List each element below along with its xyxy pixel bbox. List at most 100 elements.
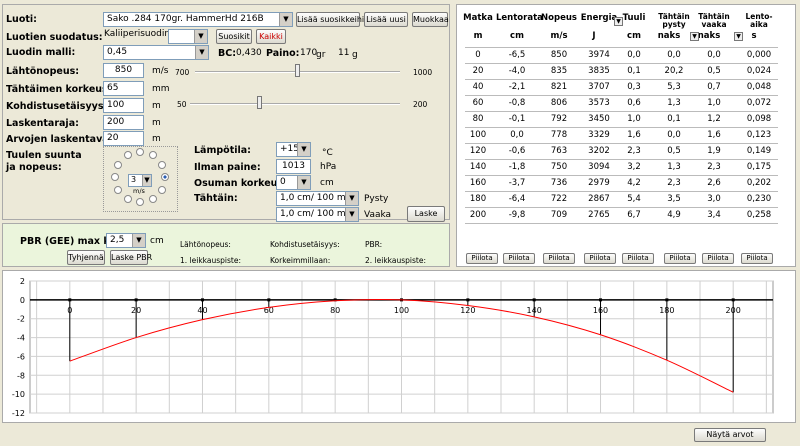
pbr-zero-label: Kohdistusetäisyys: — [270, 240, 340, 249]
table-row — [465, 143, 778, 144]
chevron-down-icon[interactable]: ▼ — [132, 234, 145, 247]
table-cell: 0,0 — [667, 130, 681, 140]
hide-column-button[interactable]: Piilota — [622, 253, 654, 264]
table-cell: 3573 — [588, 98, 610, 108]
velocity-label: Lähtönopeus: — [6, 66, 80, 77]
table-unit: m — [473, 31, 483, 41]
hide-column-button[interactable]: Piilota — [543, 253, 575, 264]
table-cell: 0,0 — [627, 50, 641, 60]
model-select[interactable]: 0,45 ▼ — [103, 45, 209, 60]
pressure-input[interactable]: 1013 — [276, 159, 311, 174]
filter-label: Luotien suodatus: — [6, 32, 103, 43]
add-new-button[interactable]: Lisää uusi — [364, 12, 408, 27]
hide-column-button[interactable]: Piilota — [503, 253, 535, 264]
cartridge-select[interactable]: Sako .284 170gr. HammerHd 216B ▼ — [103, 12, 293, 27]
chevron-down-icon[interactable]: ▼ — [142, 175, 151, 186]
hide-column-button[interactable]: Piilota — [741, 253, 773, 264]
wind-direction-radio[interactable] — [123, 194, 132, 203]
clear-button[interactable]: Tyhjennä — [67, 250, 105, 265]
chevron-down-icon[interactable]: ▼ — [614, 17, 623, 26]
table-cell: 1,2 — [707, 114, 721, 124]
add-favorite-button[interactable]: Lisää suosikkeihin — [296, 12, 369, 27]
table-cell: -6,4 — [508, 194, 526, 204]
wind-direction-radio[interactable] — [161, 173, 169, 181]
chevron-down-icon[interactable]: ▼ — [690, 32, 699, 41]
weight-label: Paino: — [266, 48, 300, 59]
wind-direction-radio[interactable] — [148, 194, 157, 203]
chevron-down-icon[interactable]: ▼ — [345, 192, 358, 205]
cartridge-label: Luoti: — [6, 14, 37, 25]
table-cell: -1,8 — [508, 162, 526, 172]
wind-direction-radio[interactable] — [114, 160, 123, 169]
table-cell: -0,1 — [508, 114, 526, 124]
show-values-button[interactable]: Näytä arvot — [694, 428, 766, 442]
wind-direction-radio[interactable] — [157, 160, 166, 169]
calc-pbr-button[interactable]: Laske PBR — [110, 250, 152, 265]
favorites-button[interactable]: Suosikit — [216, 29, 252, 44]
hide-column-button[interactable]: Piilota — [466, 253, 498, 264]
chevron-down-icon[interactable]: ▼ — [345, 208, 358, 221]
caliber-filter-select[interactable]: ▼ — [168, 29, 208, 44]
chevron-down-icon[interactable]: ▼ — [297, 143, 310, 156]
data-point — [267, 298, 271, 302]
range-select[interactable]: 200 — [103, 115, 144, 130]
table-cell: 20,2 — [664, 66, 684, 76]
table-cell: 3835 — [588, 66, 610, 76]
chevron-down-icon[interactable]: ▼ — [194, 30, 207, 43]
data-point — [68, 298, 72, 302]
wind-unit: m/s — [133, 187, 145, 195]
zero-slider[interactable] — [256, 96, 262, 109]
hide-column-button[interactable]: Piilota — [664, 253, 696, 264]
table-cell: 3974 — [588, 50, 610, 60]
table-cell: 3,2 — [627, 162, 641, 172]
zero-max: 200 — [413, 100, 428, 109]
table-cell: 0,098 — [746, 114, 772, 124]
caliber-filter-label: Kaliiperisuodin — [104, 29, 171, 39]
table-cell: 2,6 — [707, 178, 721, 188]
velocity-input[interactable]: 850 — [103, 63, 144, 78]
height-select[interactable]: 0 ▼ — [276, 175, 311, 190]
wind-direction-radio[interactable] — [157, 185, 166, 194]
calculate-button[interactable]: Laske — [407, 206, 445, 222]
wind-direction-radio[interactable] — [123, 151, 132, 160]
edit-button[interactable]: Muokkaa — [412, 12, 449, 27]
temp-select[interactable]: +15 ▼ — [276, 142, 311, 157]
table-cell: 3329 — [588, 130, 610, 140]
table-cell: 200 — [469, 210, 487, 220]
velocity-max: 1000 — [413, 68, 433, 77]
table-cell: 763 — [550, 146, 568, 156]
table-row — [465, 63, 778, 64]
chevron-down-icon[interactable]: ▼ — [195, 46, 208, 59]
wind-direction-radio[interactable] — [114, 185, 123, 194]
chevron-down-icon[interactable]: ▼ — [279, 13, 292, 26]
sight-select[interactable]: 65 — [103, 81, 144, 96]
velocity-slider[interactable] — [294, 64, 300, 77]
hide-column-button[interactable]: Piilota — [702, 253, 734, 264]
table-cell: 20 — [472, 66, 484, 76]
zero-unit: m — [152, 101, 161, 111]
wind-speed-select[interactable]: 3 ▼ — [128, 174, 152, 187]
table-cell: 0,123 — [746, 130, 772, 140]
table-cell: 1,6 — [707, 130, 721, 140]
hide-column-button[interactable]: Piilota — [584, 253, 616, 264]
wind-direction-radio[interactable] — [136, 198, 144, 206]
step-select[interactable]: 20 — [103, 131, 144, 146]
table-cell: 1,0 — [707, 98, 721, 108]
table-header: Energia — [580, 13, 618, 23]
bc-label: BC: — [218, 48, 237, 59]
wind-direction-radio[interactable] — [136, 148, 144, 156]
table-cell: 4,9 — [667, 210, 681, 220]
aim-horizontal-select[interactable]: 1,0 cm/ 100 m ▼ — [276, 207, 359, 222]
table-row — [465, 47, 778, 48]
all-button[interactable]: Kaikki — [256, 29, 286, 44]
data-point — [466, 298, 470, 302]
table-cell: -2,1 — [508, 82, 526, 92]
model-label: Luodin malli: — [6, 47, 76, 58]
chevron-down-icon[interactable]: ▼ — [297, 176, 310, 189]
wind-direction-radio[interactable] — [111, 173, 119, 181]
pbr-select[interactable]: 2,5 ▼ — [106, 233, 146, 248]
wind-direction-radio[interactable] — [148, 151, 157, 160]
zero-select[interactable]: 100 — [103, 98, 144, 113]
aim-vertical-select[interactable]: 1,0 cm/ 100 m ▼ — [276, 191, 359, 206]
chevron-down-icon[interactable]: ▼ — [734, 32, 743, 41]
